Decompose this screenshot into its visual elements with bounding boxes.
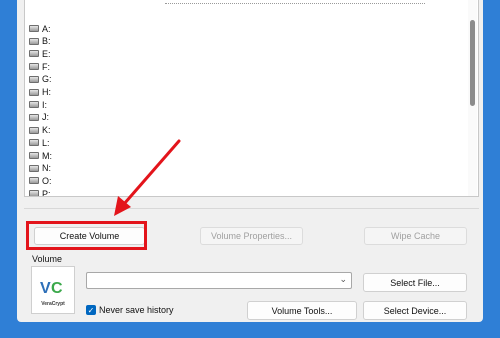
annotation-arrow-icon — [114, 139, 181, 216]
